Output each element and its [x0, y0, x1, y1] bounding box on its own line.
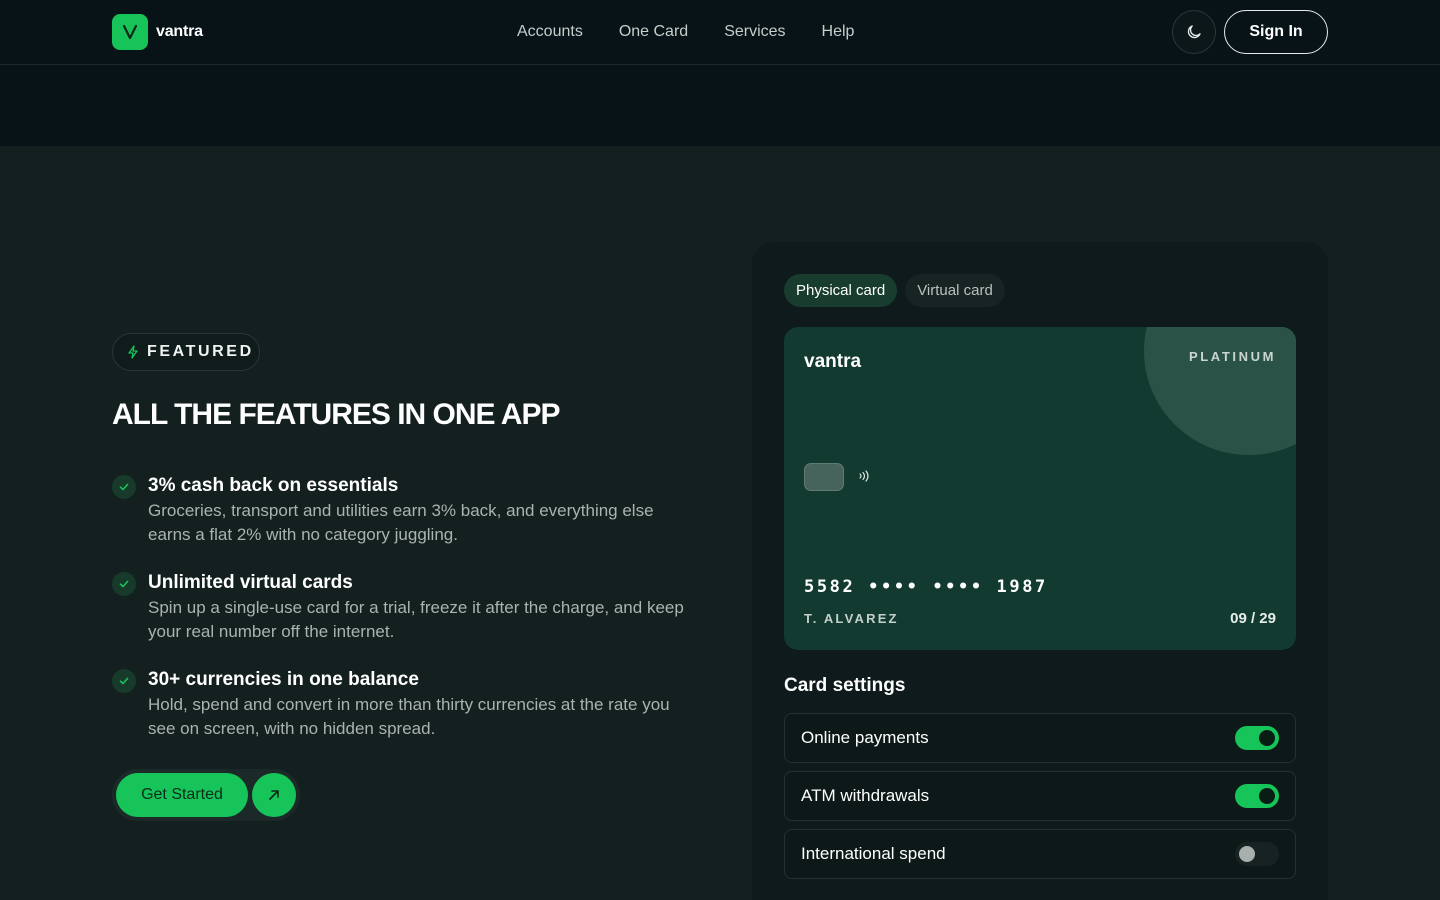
- setting-label: ATM withdrawals: [801, 786, 930, 805]
- feature-item: 3% cash back on essentials Groceries, tr…: [112, 473, 692, 547]
- setting-atm-withdrawals: ATM withdrawals: [784, 771, 1296, 821]
- check-icon: [112, 572, 136, 596]
- feature-item: 30+ currencies in one balance Hold, spen…: [112, 667, 692, 741]
- page-title: ALL THE FEATURES IN ONE APP: [112, 398, 560, 431]
- setting-online-payments: Online payments: [784, 713, 1296, 763]
- cta-group: Get Started: [112, 769, 300, 821]
- moon-icon: [1187, 25, 1201, 39]
- online-payments-toggle[interactable]: [1235, 726, 1279, 750]
- theme-toggle-button[interactable]: [1172, 10, 1216, 54]
- sign-in-button[interactable]: Sign In: [1224, 10, 1328, 54]
- nav-links: Accounts One Card Services Help: [517, 20, 854, 44]
- card-decoration: [1144, 327, 1296, 455]
- feature-description: Groceries, transport and utilities earn …: [148, 501, 654, 544]
- card-tier: PLATINUM: [1189, 349, 1276, 364]
- feature-item: Unlimited virtual cards Spin up a single…: [112, 570, 692, 644]
- feature-list: 3% cash back on essentials Groceries, tr…: [112, 473, 692, 764]
- nav-link-help[interactable]: Help: [822, 20, 855, 44]
- chip-icon: [804, 463, 844, 491]
- logo-icon: [112, 14, 148, 50]
- international-spend-toggle[interactable]: [1235, 842, 1279, 866]
- feature-title: 30+ currencies in one balance: [148, 669, 419, 690]
- feature-description: Spin up a single-use card for a trial, f…: [148, 598, 684, 641]
- atm-withdrawals-toggle[interactable]: [1235, 784, 1279, 808]
- setting-international-spend: International spend: [784, 829, 1296, 879]
- setting-label: Online payments: [801, 728, 929, 747]
- brand-name: vantra: [156, 23, 203, 40]
- card-type-tabs: Physical card Virtual card: [784, 274, 1005, 307]
- arrow-up-right-button[interactable]: [252, 773, 296, 817]
- card-settings-title: Card settings: [784, 675, 906, 696]
- featured-label: FEATURED: [147, 343, 254, 360]
- tab-physical-card[interactable]: Physical card: [784, 274, 898, 307]
- feature-title: 3% cash back on essentials: [148, 475, 399, 496]
- bank-card: vantra PLATINUM 5582 •••• •••• 1987 T. A…: [784, 327, 1296, 650]
- feature-title: Unlimited virtual cards: [148, 572, 353, 593]
- feature-description: Hold, spend and convert in more than thi…: [148, 695, 670, 738]
- nav-link-accounts[interactable]: Accounts: [517, 20, 583, 44]
- navbar: vantra Accounts One Card Services Help S…: [0, 0, 1440, 65]
- card-brand: vantra: [804, 351, 862, 372]
- arrow-up-right-icon: [269, 790, 279, 800]
- nav-link-one-card[interactable]: One Card: [619, 20, 688, 44]
- brand[interactable]: vantra: [112, 14, 203, 50]
- card-number: 5582 •••• •••• 1987: [804, 577, 1048, 597]
- contactless-icon: [858, 468, 872, 489]
- card-panel: Physical card Virtual card vantra PLATIN…: [752, 242, 1328, 900]
- tab-virtual-card[interactable]: Virtual card: [905, 274, 1005, 307]
- featured-badge: FEATURED: [112, 333, 260, 371]
- card-holder: T. ALVAREZ: [804, 611, 899, 626]
- card-expiry: 09 / 29: [1230, 610, 1276, 627]
- lightning-icon: [128, 345, 138, 359]
- setting-label: International spend: [801, 844, 946, 863]
- check-icon: [112, 669, 136, 693]
- nav-link-services[interactable]: Services: [724, 20, 785, 44]
- check-icon: [112, 475, 136, 499]
- get-started-button[interactable]: Get Started: [116, 773, 248, 817]
